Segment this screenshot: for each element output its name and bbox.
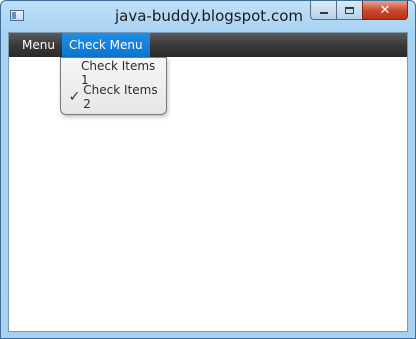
caption-buttons: ✕ [310,1,408,21]
menu-check-menu[interactable]: Check Menu [61,33,150,57]
minimize-button[interactable] [310,1,336,20]
close-button[interactable]: ✕ [362,1,408,20]
menu-bar: Menu Check Menu [9,33,407,57]
checkmark-icon: ✓ [68,89,81,105]
check-menu-dropdown: Check Items 1 ✓ Check Items 2 [60,57,167,115]
check-menu-item-label: Check Items 2 [83,83,158,111]
check-menu-item-2[interactable]: ✓ Check Items 2 [61,83,166,111]
app-window: java-buddy.blogspot.com ✕ Menu Check Men… [0,0,416,339]
window-title: java-buddy.blogspot.com [114,7,303,25]
check-menu-item-1[interactable]: Check Items 1 [61,59,166,87]
app-window-icon[interactable] [10,10,24,21]
title-bar[interactable]: java-buddy.blogspot.com ✕ [1,1,415,32]
maximize-icon [345,6,354,14]
minimize-icon [319,12,328,14]
maximize-button[interactable] [336,1,362,20]
menu-menu[interactable]: Menu [9,33,62,57]
close-icon: ✕ [379,2,391,18]
